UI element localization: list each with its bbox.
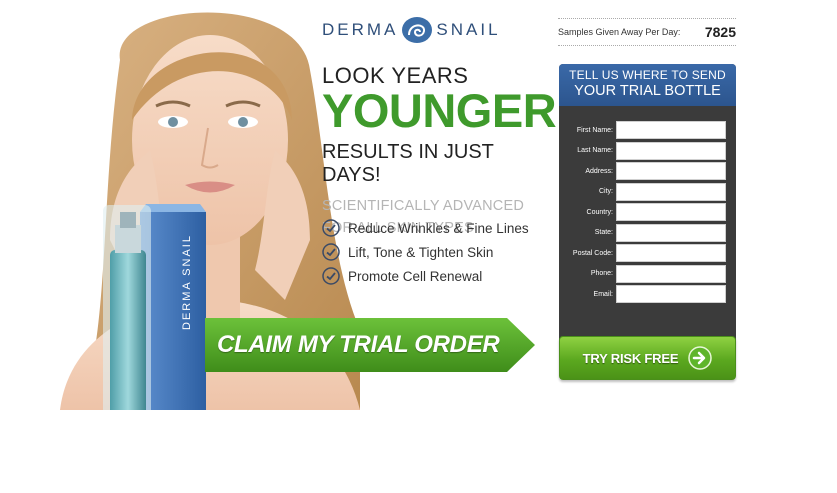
- benefits-list: Reduce Wrinkles & Fine Lines Lift, Tone …: [322, 216, 529, 288]
- benefit-label: Lift, Tone & Tighten Skin: [348, 244, 494, 260]
- form-row-phone: Phone:: [559, 264, 736, 284]
- country-label: Country:: [586, 208, 613, 216]
- try-risk-free-button[interactable]: TRY RISK FREE: [559, 336, 736, 380]
- headline-results: RESULTS IN JUST DAYS!: [322, 141, 494, 186]
- email-label: Email:: [593, 290, 613, 298]
- last-name-label: Last Name:: [577, 147, 613, 154]
- benefit-item: Reduce Wrinkles & Fine Lines: [322, 216, 529, 240]
- arrow-right-circle-icon: [688, 346, 713, 370]
- samples-label: Samples Given Away Per Day:: [558, 27, 681, 37]
- benefit-label: Promote Cell Renewal: [348, 268, 483, 284]
- samples-count: 7825: [704, 24, 736, 40]
- form-row-state: State:: [559, 223, 736, 243]
- form-row-first-name: First Name:: [559, 120, 736, 140]
- form-header-line2: YOUR TRIAL BOTTLE: [574, 83, 721, 99]
- form-header-line1: TELL US WHERE TO SEND: [569, 68, 726, 82]
- postal-code-label: Postal Code:: [572, 249, 613, 257]
- first-name-label: First Name:: [576, 126, 613, 134]
- state-label: State:: [594, 229, 613, 236]
- state-field[interactable]: [616, 223, 726, 242]
- form-row-postal-code: Postal Code:: [559, 243, 736, 263]
- country-field[interactable]: [616, 203, 726, 221]
- submit-button-label: TRY RISK FREE: [582, 350, 679, 366]
- headline-younger: YOUNGER: [322, 84, 557, 137]
- check-circle-icon: [322, 267, 340, 285]
- form-body: First Name: Last Name: Address: City: Co…: [559, 106, 736, 304]
- form-header: TELL US WHERE TO SEND YOUR TRIAL BOTTLE: [559, 64, 736, 106]
- check-circle-icon: [322, 219, 340, 237]
- form-row-city: City:: [559, 182, 736, 202]
- first-name-field[interactable]: [616, 121, 726, 139]
- snail-logo-icon: [402, 17, 433, 43]
- form-row-address: Address:: [559, 161, 736, 181]
- form-row-country: Country:: [559, 202, 736, 222]
- postal-code-field[interactable]: [616, 244, 726, 262]
- brand-word-left: DERMA: [322, 20, 399, 39]
- city-field[interactable]: [616, 182, 726, 201]
- benefit-label: Reduce Wrinkles & Fine Lines: [348, 220, 529, 236]
- headline-sub1: SCIENTIFICALLY ADVANCED: [322, 198, 525, 214]
- trial-order-form: TELL US WHERE TO SEND YOUR TRIAL BOTTLE …: [559, 64, 736, 340]
- city-label: City:: [599, 188, 613, 195]
- last-name-field[interactable]: [616, 141, 726, 160]
- box-brand-text: DERMA SNAIL: [181, 234, 193, 330]
- phone-label: Phone:: [590, 270, 613, 277]
- email-field[interactable]: [616, 285, 726, 303]
- brand-word-right: SNAIL: [436, 20, 501, 39]
- benefit-item: Lift, Tone & Tighten Skin: [322, 240, 529, 264]
- address-field[interactable]: [616, 162, 726, 180]
- address-label: Address:: [585, 167, 613, 175]
- phone-field[interactable]: [616, 264, 726, 283]
- check-circle-icon: [322, 243, 340, 261]
- claim-trial-button[interactable]: CLAIM MY TRIAL ORDER: [205, 316, 537, 374]
- benefit-item: Promote Cell Renewal: [322, 264, 529, 288]
- headline-block: LOOK YEARS YOUNGER RESULTS IN JUST DAYS!…: [322, 63, 557, 239]
- form-row-last-name: Last Name:: [559, 141, 736, 161]
- samples-counter: Samples Given Away Per Day: 7825: [558, 18, 736, 46]
- brand-logo[interactable]: DERMA SNAIL: [322, 14, 501, 46]
- form-row-email: Email:: [559, 284, 736, 304]
- claim-button-label: CLAIM MY TRIAL ORDER: [217, 331, 500, 358]
